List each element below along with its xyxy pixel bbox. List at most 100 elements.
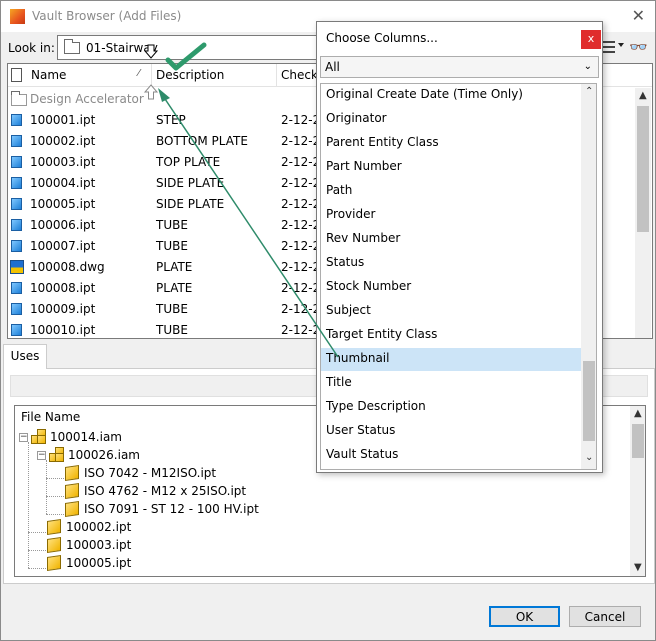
column-header-name[interactable]: Name ⁄ bbox=[8, 64, 152, 87]
file-row[interactable]: 100001.ipt STEP 2-12-20 bbox=[8, 110, 328, 131]
look-in-label: Look in: bbox=[8, 41, 55, 55]
part-icon bbox=[65, 465, 79, 481]
view-menu-chevron-icon[interactable] bbox=[618, 43, 624, 47]
file-name: 100002.ipt bbox=[30, 134, 96, 148]
ok-button[interactable]: OK bbox=[489, 606, 560, 627]
choose-columns-title: Choose Columns... bbox=[326, 31, 438, 45]
chevron-down-icon: ⌄ bbox=[583, 61, 592, 72]
look-in-value: 01-Stairway bbox=[86, 41, 158, 55]
column-option[interactable]: Stock Number bbox=[321, 276, 581, 299]
column-option[interactable]: Title bbox=[321, 372, 581, 395]
column-option[interactable]: Rev Number bbox=[321, 228, 581, 251]
part-file-icon bbox=[11, 240, 22, 252]
column-option[interactable]: Subject bbox=[321, 300, 581, 323]
column-option[interactable]: Parent Entity Class bbox=[321, 132, 581, 155]
part-file-icon bbox=[11, 303, 22, 315]
file-row[interactable]: 100002.ipt BOTTOM PLATE 2-12-20 bbox=[8, 131, 328, 152]
look-in-dropdown[interactable]: 01-Stairway bbox=[57, 35, 319, 60]
part-file-icon bbox=[11, 198, 22, 210]
group-label: Design Accelerator bbox=[30, 92, 144, 106]
file-description: STEP bbox=[156, 113, 186, 127]
part-icon bbox=[47, 537, 61, 553]
file-description: TUBE bbox=[156, 218, 188, 232]
column-option[interactable]: Thumbnail bbox=[321, 348, 581, 371]
part-file-icon bbox=[11, 135, 22, 147]
file-row[interactable]: 100010.ipt TUBE 2-12-20 bbox=[8, 320, 328, 338]
column-list-scrollbar[interactable]: ⌃ ⌄ bbox=[581, 84, 596, 469]
tree-scrollbar[interactable]: ▲ ▼ bbox=[630, 406, 645, 576]
assembly-icon bbox=[31, 429, 47, 445]
file-row[interactable]: 100007.ipt TUBE 2-12-20 bbox=[8, 236, 328, 257]
close-icon[interactable]: x bbox=[581, 30, 601, 49]
group-header[interactable]: Design Accelerator bbox=[8, 88, 328, 110]
file-description: SIDE PLATE bbox=[156, 197, 225, 211]
column-option[interactable]: Status bbox=[321, 252, 581, 275]
column-option[interactable]: User Status bbox=[321, 420, 581, 443]
file-description: TUBE bbox=[156, 239, 188, 253]
collapse-icon[interactable]: − bbox=[19, 433, 28, 442]
column-option[interactable]: Type Description bbox=[321, 396, 581, 419]
file-row[interactable]: 100004.ipt SIDE PLATE 2-12-20 bbox=[8, 173, 328, 194]
cancel-button[interactable]: Cancel bbox=[569, 606, 641, 627]
file-description: BOTTOM PLATE bbox=[156, 134, 248, 148]
scroll-up-icon[interactable]: ▲ bbox=[634, 408, 642, 419]
tree-node-label: 100002.ipt bbox=[66, 520, 132, 534]
file-name: 100010.ipt bbox=[30, 323, 96, 337]
scroll-thumb[interactable] bbox=[637, 106, 649, 232]
column-option[interactable]: Originator bbox=[321, 108, 581, 131]
scroll-up-icon[interactable]: ▲ bbox=[639, 90, 647, 101]
column-list: Original Create Date (Time Only) Originat… bbox=[320, 83, 597, 470]
collapse-icon[interactable]: − bbox=[37, 451, 46, 460]
binoculars-icon[interactable]: 👓 bbox=[629, 38, 648, 56]
scroll-thumb[interactable] bbox=[632, 424, 644, 458]
sort-icon: ⁄ bbox=[138, 68, 140, 79]
tree-header-file-name[interactable]: File Name bbox=[21, 410, 80, 424]
scroll-up-icon[interactable]: ⌃ bbox=[585, 86, 593, 97]
tree-node-label: 100014.iam bbox=[50, 430, 122, 444]
file-name: 100007.ipt bbox=[30, 239, 96, 253]
part-icon bbox=[47, 519, 61, 535]
file-name: 100009.ipt bbox=[30, 302, 96, 316]
file-row[interactable]: 100008.dwg PLATE 2-12-20 bbox=[8, 257, 328, 278]
tab-uses[interactable]: Uses bbox=[3, 344, 47, 369]
scroll-down-icon[interactable]: ▼ bbox=[634, 562, 642, 573]
file-description: SIDE PLATE bbox=[156, 176, 225, 190]
part-file-icon bbox=[11, 219, 22, 231]
app-icon bbox=[10, 9, 25, 24]
scroll-thumb[interactable] bbox=[583, 361, 595, 441]
part-icon bbox=[65, 501, 79, 517]
column-option[interactable]: Vault Status bbox=[321, 444, 581, 467]
window-title: Vault Browser (Add Files) bbox=[32, 9, 182, 23]
file-description: TUBE bbox=[156, 323, 188, 337]
group-folder-icon bbox=[11, 91, 27, 106]
file-description: PLATE bbox=[156, 260, 193, 274]
file-row[interactable]: 100005.ipt SIDE PLATE 2-12-20 bbox=[8, 194, 328, 215]
column-option[interactable]: Provider bbox=[321, 204, 581, 227]
file-row[interactable]: 100006.ipt TUBE 2-12-20 bbox=[8, 215, 328, 236]
column-filter-dropdown[interactable]: All ⌄ bbox=[320, 56, 599, 78]
file-name: 100005.ipt bbox=[30, 197, 96, 211]
part-file-icon bbox=[11, 156, 22, 168]
file-name: 100004.ipt bbox=[30, 176, 96, 190]
scroll-down-icon[interactable]: ⌄ bbox=[585, 452, 593, 463]
column-option[interactable]: Part Number bbox=[321, 156, 581, 179]
tree-node-label: ISO 7091 - ST 12 - 100 HV.ipt bbox=[84, 502, 259, 516]
file-row[interactable]: 100008.ipt PLATE 2-12-20 bbox=[8, 278, 328, 299]
file-row[interactable]: 100009.ipt TUBE 2-12-20 bbox=[8, 299, 328, 320]
column-header-label: Description bbox=[156, 68, 225, 82]
file-name: 100008.ipt bbox=[30, 281, 96, 295]
tree-node-label: 100005.ipt bbox=[66, 556, 132, 570]
close-icon[interactable]: ✕ bbox=[632, 6, 645, 25]
column-header-label: Name bbox=[31, 68, 67, 82]
folder-icon bbox=[64, 39, 80, 54]
file-name: 100008.dwg bbox=[30, 260, 105, 274]
column-option[interactable]: Target Entity Class bbox=[321, 324, 581, 347]
choose-columns-window: Choose Columns... x All ⌄ Original Creat… bbox=[316, 21, 603, 473]
part-icon bbox=[47, 555, 61, 571]
column-header-description[interactable]: Description bbox=[152, 64, 277, 87]
file-row[interactable]: 100003.ipt TOP PLATE 2-12-20 bbox=[8, 152, 328, 173]
column-option[interactable]: Original Create Date (Time Only) bbox=[321, 84, 581, 107]
column-option[interactable]: Path bbox=[321, 180, 581, 203]
file-list-scrollbar[interactable]: ▲ bbox=[635, 88, 651, 338]
column-filter-value: All bbox=[325, 60, 340, 74]
